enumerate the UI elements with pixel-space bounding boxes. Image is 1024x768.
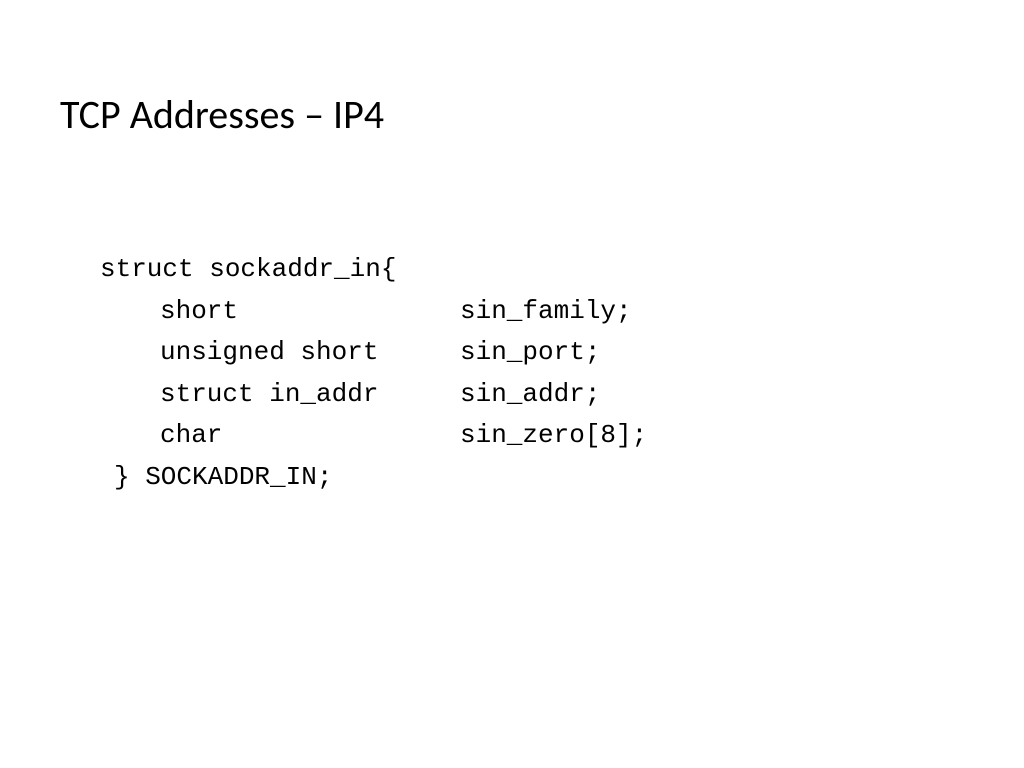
indent bbox=[100, 374, 160, 416]
field-name: sin_zero[8]; bbox=[460, 415, 647, 457]
code-line-close: } SOCKADDR_IN; bbox=[100, 457, 964, 499]
code-line-field: char sin_zero[8]; bbox=[100, 415, 964, 457]
code-line-open: struct sockaddr_in{ bbox=[100, 249, 964, 291]
code-line-field: struct in_addr sin_addr; bbox=[100, 374, 964, 416]
code-line-field: short sin_family; bbox=[100, 291, 964, 333]
indent bbox=[100, 332, 160, 374]
code-block: struct sockaddr_in{ short sin_family; un… bbox=[60, 249, 964, 499]
slide-title: TCP Addresses – IP4 bbox=[60, 90, 964, 139]
code-line-field: unsigned short sin_port; bbox=[100, 332, 964, 374]
field-name: sin_addr; bbox=[460, 374, 600, 416]
field-type: unsigned short bbox=[160, 332, 460, 374]
field-name: sin_family; bbox=[460, 291, 632, 333]
field-name: sin_port; bbox=[460, 332, 600, 374]
struct-open: struct sockaddr_in{ bbox=[100, 249, 396, 291]
field-type: short bbox=[160, 291, 460, 333]
slide: TCP Addresses – IP4 struct sockaddr_in{ … bbox=[0, 0, 1024, 768]
indent bbox=[100, 291, 160, 333]
indent bbox=[100, 415, 160, 457]
field-type: struct in_addr bbox=[160, 374, 460, 416]
struct-close: } SOCKADDR_IN; bbox=[114, 457, 332, 499]
field-type: char bbox=[160, 415, 460, 457]
